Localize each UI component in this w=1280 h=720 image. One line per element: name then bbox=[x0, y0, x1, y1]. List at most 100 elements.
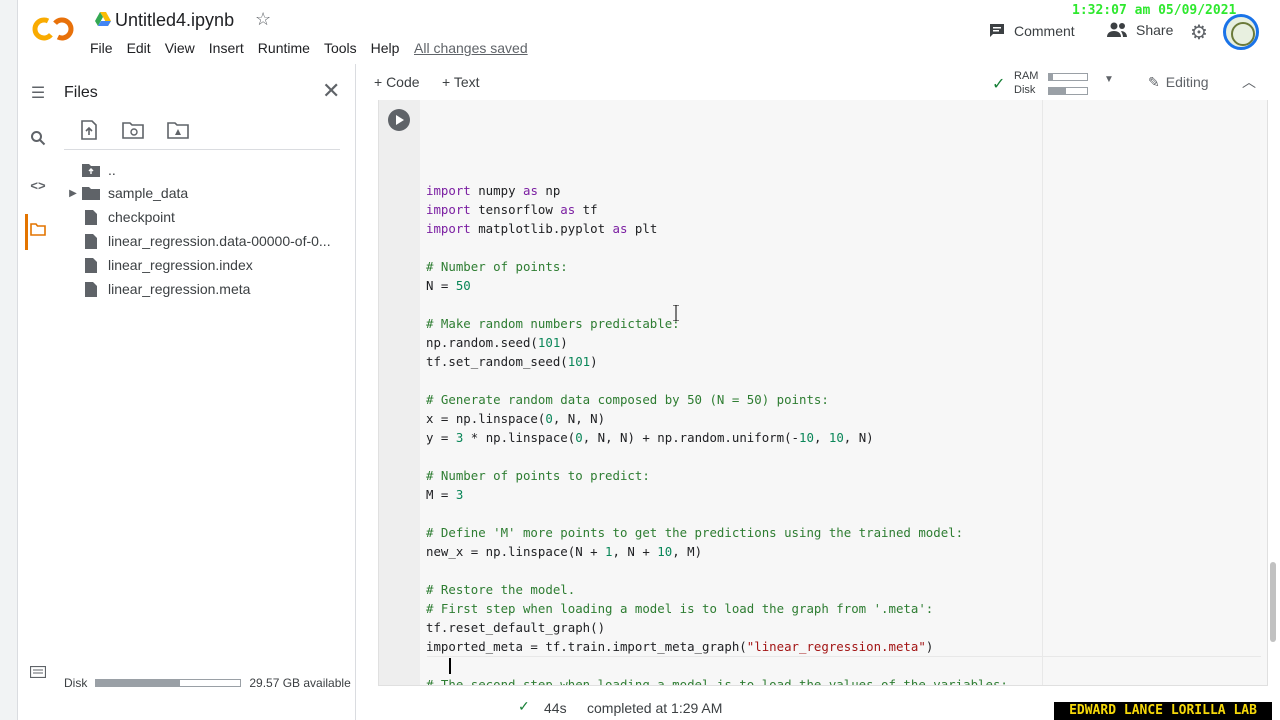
code-snippets-icon[interactable]: <> bbox=[28, 176, 48, 196]
code-line: new_x = np.linspace(N + 1, N + 10, M) bbox=[426, 542, 1008, 561]
code-token: y = bbox=[426, 430, 456, 445]
menu-file[interactable]: File bbox=[90, 40, 113, 56]
add-code-button[interactable]: + Code bbox=[374, 74, 420, 90]
code-token: tf bbox=[575, 202, 598, 217]
tree-item-index-file[interactable]: linear_regression.index bbox=[64, 253, 253, 277]
pencil-icon: ✎ bbox=[1148, 74, 1160, 90]
folder-icon bbox=[82, 185, 100, 201]
mount-drive-icon[interactable] bbox=[167, 120, 189, 140]
disk-usage: Disk 29.57 GB available bbox=[64, 676, 351, 690]
check-icon: ✓ bbox=[518, 698, 530, 714]
comment-button[interactable]: Comment bbox=[988, 22, 1075, 40]
menu-runtime[interactable]: Runtime bbox=[258, 40, 310, 56]
window-edge bbox=[0, 0, 18, 720]
tree-item-sample-data[interactable]: ▶ sample_data bbox=[64, 181, 188, 205]
dropdown-icon[interactable]: ▼ bbox=[1104, 74, 1114, 85]
execution-status[interactable]: completed at 1:29 AM bbox=[587, 700, 722, 716]
scrollbar[interactable] bbox=[1270, 104, 1276, 684]
code-token: ) bbox=[925, 639, 934, 654]
refresh-folder-icon[interactable] bbox=[122, 120, 144, 140]
expand-icon[interactable]: ▶ bbox=[64, 188, 82, 199]
chevron-up-icon[interactable]: ︿ bbox=[1242, 72, 1256, 92]
current-line[interactable] bbox=[427, 656, 1261, 675]
code-line: imported_meta = tf.train.import_meta_gra… bbox=[426, 637, 1008, 656]
star-icon[interactable]: ☆ bbox=[255, 9, 271, 30]
code-cell[interactable]: import numpy as np import tensorflow as t… bbox=[378, 100, 1268, 686]
code-token: imported_meta = tf.train.import_meta_gra… bbox=[426, 639, 747, 654]
code-line: # Generate random data composed by 50 (N… bbox=[426, 390, 1008, 409]
tree-item-label: sample_data bbox=[108, 185, 189, 201]
code-token: 3 bbox=[455, 487, 464, 502]
code-token: 101 bbox=[567, 354, 591, 369]
tree-item-label: .. bbox=[108, 162, 116, 178]
run-button[interactable] bbox=[388, 109, 410, 131]
code-line: N = 50 bbox=[426, 276, 1008, 295]
upload-icon[interactable] bbox=[78, 120, 100, 140]
close-icon[interactable]: ✕ bbox=[322, 78, 340, 104]
code-token: , N, N) bbox=[552, 411, 606, 426]
disk-label: Disk bbox=[64, 676, 88, 690]
code-token: # Make random numbers predictable: bbox=[426, 316, 680, 331]
notebook-toolbar: + Code + Text ✓ RAM Disk ▼ ✎ Editing ︿ bbox=[356, 64, 1280, 100]
code-line: np.random.seed(101) bbox=[426, 333, 1008, 352]
menu-edit[interactable]: Edit bbox=[127, 40, 151, 56]
notebook-title[interactable]: Untitled4.ipynb bbox=[115, 10, 234, 31]
share-button[interactable]: Share bbox=[1106, 22, 1173, 38]
menu-insert[interactable]: Insert bbox=[209, 40, 244, 56]
menu-view[interactable]: View bbox=[165, 40, 195, 56]
code-line: y = 3 * np.linspace(0, N, N) + np.random… bbox=[426, 428, 1008, 447]
folder-icon[interactable] bbox=[28, 222, 48, 242]
menu-tools[interactable]: Tools bbox=[324, 40, 357, 56]
files-panel: Files ✕ .. ▶ sample_data checkpoint line… bbox=[58, 64, 356, 720]
clock-overlay: 1:32:07 am 05/09/2021 bbox=[1072, 3, 1237, 18]
gear-icon[interactable]: ⚙ bbox=[1190, 20, 1208, 45]
tree-item-parent[interactable]: .. bbox=[64, 158, 116, 182]
add-text-button[interactable]: + Text bbox=[442, 74, 480, 90]
file-icon bbox=[82, 257, 100, 273]
code-token: # Restore the model. bbox=[426, 582, 576, 597]
check-icon: ✓ bbox=[992, 76, 1006, 93]
code-token: # Number of points: bbox=[426, 259, 568, 274]
code-token: "linear_regression.meta" bbox=[746, 639, 926, 654]
code-line: # The second step when loading a model i… bbox=[426, 675, 1008, 685]
tree-item-data-file[interactable]: linear_regression.data-00000-of-0... bbox=[64, 229, 331, 253]
code-line: tf.reset_default_graph() bbox=[426, 618, 1008, 637]
editing-mode[interactable]: ✎ Editing bbox=[1148, 74, 1209, 91]
tree-item-meta-file[interactable]: linear_regression.meta bbox=[64, 277, 250, 301]
code-line: import numpy as np bbox=[426, 181, 1008, 200]
file-icon bbox=[82, 281, 100, 297]
save-status[interactable]: All changes saved bbox=[414, 40, 528, 56]
tree-item-label: linear_regression.data-00000-of-0... bbox=[108, 233, 331, 249]
code-line: M = 3 bbox=[426, 485, 1008, 504]
code-editor[interactable]: import numpy as np import tensorflow as t… bbox=[426, 100, 1008, 685]
line-ruler bbox=[1042, 100, 1043, 685]
search-icon[interactable] bbox=[28, 130, 48, 150]
code-token: 50 bbox=[455, 278, 471, 293]
ram-fill bbox=[1049, 74, 1053, 80]
drive-icon[interactable] bbox=[95, 12, 111, 26]
share-label: Share bbox=[1136, 22, 1174, 38]
code-token: , N, N) + np.random.uniform(- bbox=[582, 430, 800, 445]
disk-usage-bar bbox=[95, 679, 242, 687]
code-token: # Number of points to predict: bbox=[426, 468, 650, 483]
code-line: # Number of points: bbox=[426, 257, 1008, 276]
cell-gutter bbox=[379, 100, 420, 685]
code-token: as bbox=[560, 202, 576, 217]
resources-indicator[interactable]: ✓ RAM Disk bbox=[992, 68, 1088, 96]
tree-item-checkpoint[interactable]: checkpoint bbox=[64, 205, 175, 229]
text-cursor bbox=[449, 658, 451, 674]
table-of-contents-icon[interactable]: ☰ bbox=[28, 84, 48, 104]
terminal-icon[interactable] bbox=[28, 664, 48, 684]
code-token: 10 bbox=[657, 544, 673, 559]
colab-logo[interactable] bbox=[32, 14, 74, 44]
avatar[interactable] bbox=[1223, 14, 1259, 50]
code-line: import tensorflow as tf bbox=[426, 200, 1008, 219]
code-line: # First step when loading a model is to … bbox=[426, 599, 1008, 618]
code-token: tf.reset_default_graph() bbox=[426, 620, 606, 635]
comment-icon bbox=[990, 24, 1004, 37]
header: Untitled4.ipynb ☆ File Edit View Insert … bbox=[18, 0, 1280, 64]
menu-help[interactable]: Help bbox=[371, 40, 400, 56]
